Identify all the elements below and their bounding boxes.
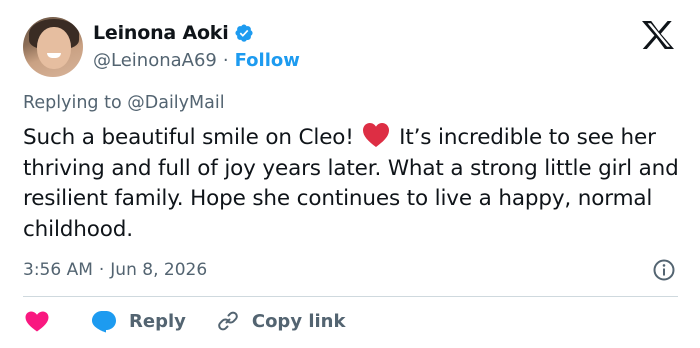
heart-icon bbox=[25, 311, 49, 332]
timestamp-time[interactable]: 3:56 AM bbox=[23, 260, 93, 280]
display-name[interactable]: Leinona Aoki bbox=[93, 22, 229, 44]
reply-bubble-icon bbox=[92, 311, 116, 333]
replying-to-prefix: Replying to bbox=[23, 93, 122, 113]
handle[interactable]: @LeinonaA69 bbox=[93, 50, 217, 71]
separator-dot: · bbox=[222, 49, 229, 71]
author-handle-row: @LeinonaA69 · Follow bbox=[93, 48, 300, 72]
reply-label: Reply bbox=[129, 310, 186, 332]
divider bbox=[23, 296, 678, 297]
avatar[interactable] bbox=[23, 17, 83, 77]
follow-button[interactable]: Follow bbox=[235, 50, 300, 71]
copy-link-button[interactable]: Copy link bbox=[216, 309, 346, 333]
like-button[interactable] bbox=[23, 309, 51, 333]
author-name-row: Leinona Aoki bbox=[93, 20, 254, 46]
reply-button[interactable]: Reply bbox=[91, 309, 186, 333]
info-icon[interactable] bbox=[652, 258, 676, 282]
red-heart-emoji-icon bbox=[362, 122, 390, 148]
verified-badge-icon bbox=[234, 23, 254, 43]
tweet-text-part-1: Such a beautiful smile on Cleo! bbox=[23, 125, 354, 150]
timestamp-row[interactable]: 3:56 AM · Jun 8, 2026 bbox=[23, 259, 207, 281]
copy-link-label: Copy link bbox=[251, 310, 346, 332]
link-icon bbox=[218, 311, 238, 331]
separator-dot: · bbox=[98, 260, 105, 280]
tweet-text: Such a beautiful smile on Cleo! It’s inc… bbox=[23, 122, 683, 245]
replying-to: Replying to @DailyMail bbox=[23, 93, 225, 113]
x-logo-icon[interactable] bbox=[641, 20, 675, 50]
action-bar: Reply Copy link bbox=[23, 307, 345, 335]
timestamp-date[interactable]: Jun 8, 2026 bbox=[110, 260, 207, 280]
replying-to-target[interactable]: @DailyMail bbox=[127, 93, 224, 113]
